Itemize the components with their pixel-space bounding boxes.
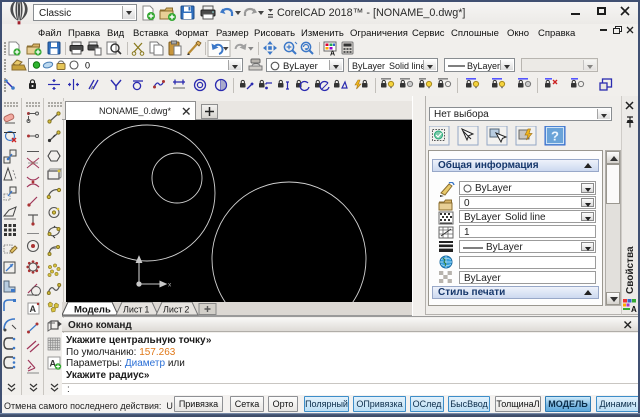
svg-text:x: x <box>168 282 172 289</box>
svg-text:0: 0 <box>85 61 90 71</box>
svg-text:?: ? <box>551 129 559 144</box>
svg-text:A: A <box>631 305 637 313</box>
svg-text:Модель: Модель <box>74 305 111 316</box>
svg-text:A: A <box>30 304 37 314</box>
svg-text:Лист 2: Лист 2 <box>163 305 189 315</box>
svg-text:Лист 1: Лист 1 <box>123 305 149 315</box>
